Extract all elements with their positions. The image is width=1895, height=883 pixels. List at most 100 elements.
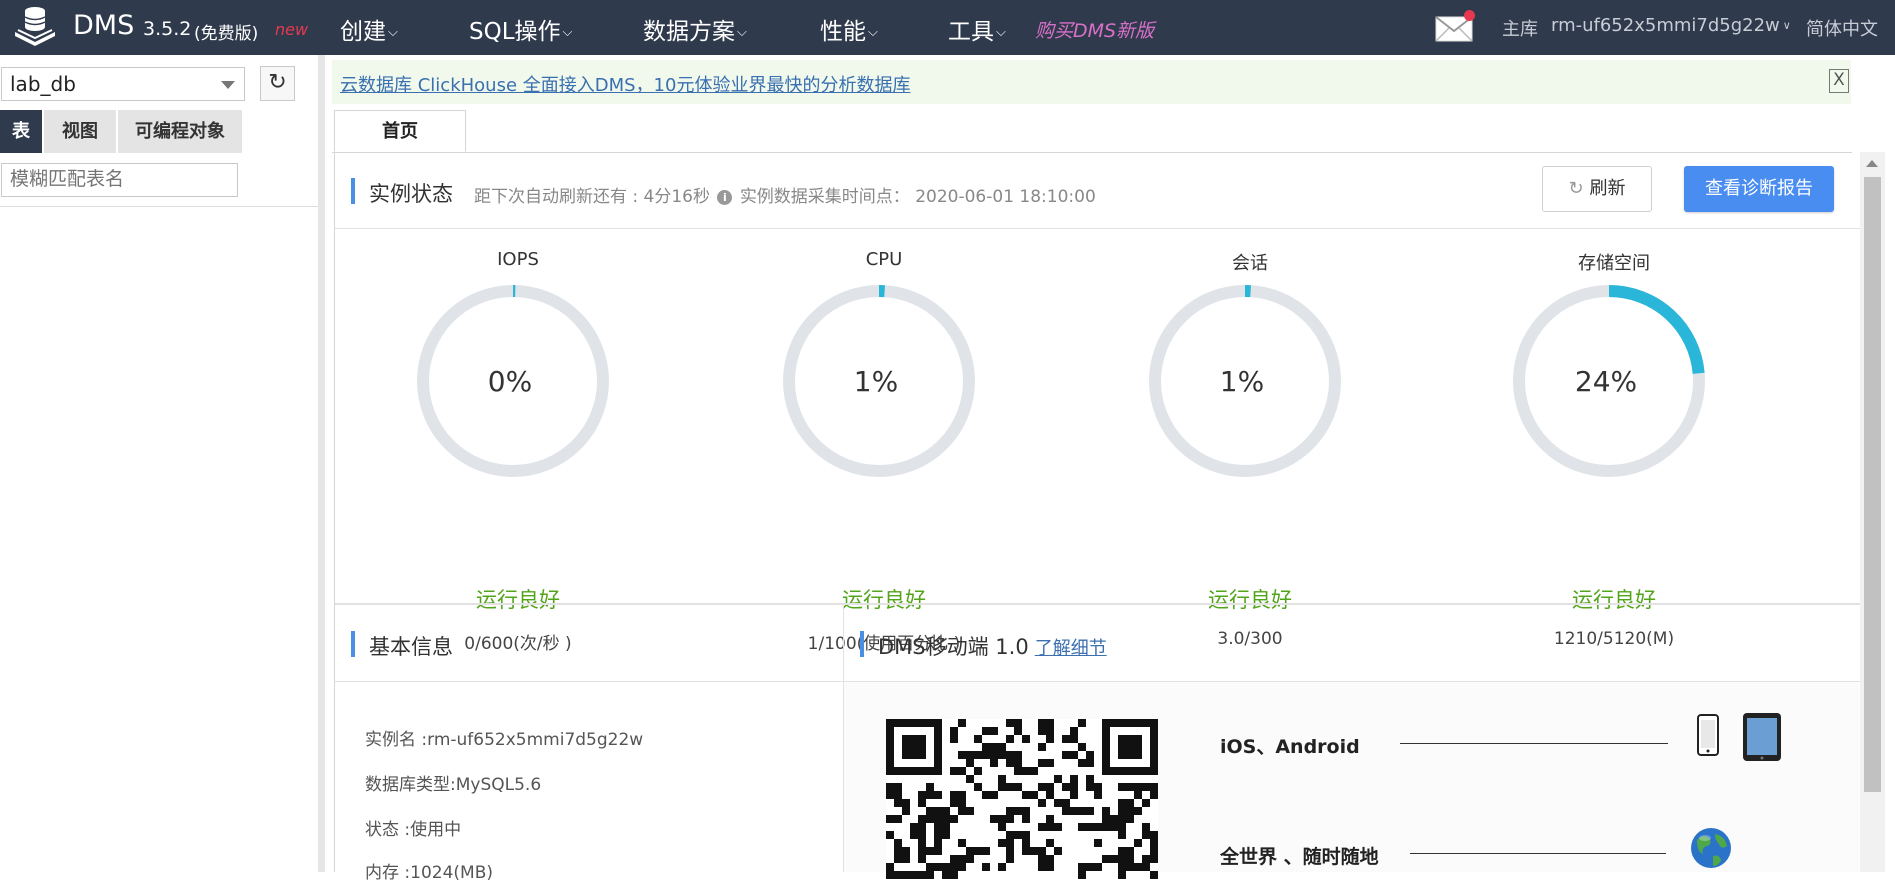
- basic-info-title: 基本信息: [369, 635, 453, 659]
- learn-more-link[interactable]: 了解细节: [1035, 638, 1107, 659]
- nav-data-solutions[interactable]: 数据方案 ⌵: [643, 12, 747, 46]
- instance-selector[interactable]: rm-uf652x5mmi7d5g22w ∨: [1551, 15, 1791, 36]
- info-memory: 内存 :1024(MB): [365, 863, 493, 883]
- feature-connector: [1400, 743, 1668, 744]
- feature-platforms: iOS、Android: [1220, 736, 1360, 758]
- chevron-down-icon: ⌵: [388, 25, 398, 40]
- refresh-icon: ↻: [1568, 178, 1584, 199]
- refresh-countdown-label: 距下次自动刷新还有 :: [474, 187, 644, 207]
- chevron-down-icon: ⌵: [868, 25, 878, 40]
- nav-sql-label: SQL操作: [469, 19, 561, 45]
- nav-performance-label: 性能: [820, 19, 866, 45]
- gauge-percent: 0%: [488, 365, 532, 398]
- gauge-ring: 0%: [417, 285, 609, 477]
- divider: [0, 206, 318, 207]
- nav-create[interactable]: 创建 ⌵: [340, 12, 398, 46]
- section-accent-bar: [860, 631, 864, 657]
- main-tabbar: 首页: [332, 110, 1852, 153]
- gauge-ring: 24%: [1513, 285, 1705, 477]
- info-instance-name: 实例名 :rm-uf652x5mmi7d5g22w: [365, 730, 644, 750]
- refresh-icon: ↻: [268, 70, 287, 95]
- nav-tools[interactable]: 工具 ⌵: [948, 12, 1006, 46]
- announcement-banner: 云数据库 ClickHouse 全面接入DMS，10元体验业界最快的分析数据库 …: [332, 60, 1851, 104]
- notification-dot: [1464, 10, 1475, 21]
- chevron-down-icon: ⌵: [737, 25, 747, 40]
- dropdown-arrow-icon: [221, 81, 235, 89]
- info-db-type: 数据库类型:MySQL5.6: [365, 775, 542, 795]
- info-icon: i: [717, 190, 733, 205]
- database-name: lab_db: [10, 72, 76, 96]
- app-edition: (免费版): [194, 24, 259, 44]
- gauge-3: 存储空间 24% 运行良好 1210/5120(M): [1431, 229, 1797, 649]
- scroll-up-arrow-icon[interactable]: [1866, 160, 1878, 167]
- new-badge: new: [275, 20, 309, 39]
- globe-icon: [1691, 828, 1731, 868]
- nav-data-solutions-label: 数据方案: [643, 19, 735, 45]
- instance-status-title: 实例状态: [369, 182, 453, 206]
- home-panel: 实例状态 距下次自动刷新还有 : 4分16秒 i 实例数据采集时间点： 2020…: [334, 152, 1861, 883]
- mobile-title-text: DMS移动端 1.0: [878, 635, 1029, 659]
- mobile-body: iOS、Android 全世界 、随时随地: [844, 682, 1859, 879]
- vertical-scrollbar[interactable]: [1860, 152, 1885, 872]
- master-label: 主库: [1502, 19, 1538, 40]
- feature-anywhere: 全世界 、随时随地: [1220, 846, 1379, 868]
- collect-time: 2020-06-01 18:10:00: [915, 187, 1096, 207]
- gauge-label: CPU: [865, 249, 903, 270]
- instance-status-header: 实例状态 距下次自动刷新还有 : 4分16秒 i 实例数据采集时间点： 2020…: [335, 152, 1860, 229]
- top-nav-bar: DMS 3.5.2 (免费版) new 创建 ⌵ SQL操作 ⌵ 数据方案 ⌵ 性能 ⌵…: [0, 0, 1895, 55]
- refresh-meta: 距下次自动刷新还有 : 4分16秒 i 实例数据采集时间点： 2020-06-0…: [474, 182, 1096, 207]
- basic-info-header: 基本信息: [335, 605, 843, 682]
- nav-sql[interactable]: SQL操作 ⌵: [469, 12, 572, 46]
- view-diagnosis-report-button[interactable]: 查看诊断报告: [1684, 166, 1834, 212]
- sidebar-splitter[interactable]: [318, 55, 325, 872]
- gauge-label: IOPS: [497, 249, 539, 270]
- gauge-percent: 24%: [1575, 365, 1637, 398]
- close-icon[interactable]: X: [1829, 69, 1849, 93]
- section-accent-bar: [351, 178, 355, 204]
- info-status: 状态 :使用中: [365, 820, 462, 840]
- app-version: 3.5.2: [143, 18, 192, 40]
- chevron-down-icon: ⌵: [562, 25, 573, 40]
- buy-new-dms-link[interactable]: 购买DMS新版: [1035, 16, 1154, 43]
- mobile-title: DMS移动端 1.0 了解细节: [878, 631, 1107, 661]
- tab-home[interactable]: 首页: [334, 110, 466, 152]
- instance-id: rm-uf652x5mmi7d5g22w: [1551, 15, 1780, 36]
- language-selector[interactable]: 简体中文: [1806, 15, 1878, 41]
- clickhouse-promo-link[interactable]: 云数据库 ClickHouse 全面接入DMS，10元体验业界最快的分析数据库: [340, 71, 910, 97]
- gauge-percent: 1%: [1220, 365, 1264, 398]
- tab-views[interactable]: 视图: [44, 110, 116, 153]
- tab-programmable-objects[interactable]: 可编程对象: [118, 110, 242, 153]
- left-sidebar: lab_db ↻ 表 视图 可编程对象: [0, 55, 318, 872]
- collect-time-label: 实例数据采集时间点：: [739, 187, 910, 207]
- language-label: 简体中文: [1806, 19, 1878, 40]
- phone-icon: [1697, 714, 1719, 756]
- gauge-percent: 1%: [854, 365, 898, 398]
- gauge-1: CPU 1% 运行良好 1/100(使用百分比 ): [701, 229, 1067, 654]
- refresh-status-label: 刷新: [1589, 178, 1626, 199]
- table-filter-input[interactable]: [1, 163, 238, 197]
- nav-performance[interactable]: 性能 ⌵: [820, 12, 878, 46]
- database-select[interactable]: lab_db: [1, 67, 245, 101]
- refresh-button[interactable]: ↻: [260, 66, 295, 101]
- scroll-thumb[interactable]: [1864, 177, 1881, 792]
- gauge-2: 会话 1% 运行良好 3.0/300: [1067, 229, 1433, 649]
- chevron-down-icon: ⌵: [996, 25, 1006, 40]
- feature-connector: [1410, 853, 1666, 854]
- section-accent-bar: [351, 631, 355, 657]
- gauge-ring: 1%: [783, 285, 975, 477]
- gauge-ring: 1%: [1149, 285, 1341, 477]
- gauge-0: IOPS 0% 运行良好 0/600(次/秒 ): [335, 229, 701, 654]
- tab-tables[interactable]: 表: [0, 110, 42, 153]
- chevron-down-icon: ∨: [1782, 19, 1791, 32]
- refresh-status-button[interactable]: ↻ 刷新: [1542, 166, 1652, 212]
- nav-create-label: 创建: [340, 19, 386, 45]
- gauge-label: 会话: [1232, 253, 1268, 274]
- qr-code: [886, 719, 1158, 879]
- refresh-countdown: 4分16秒: [643, 187, 710, 207]
- app-brand: DMS: [73, 10, 135, 41]
- nav-tools-label: 工具: [948, 19, 994, 45]
- database-stack-icon: [15, 7, 55, 46]
- mobile-header: DMS移动端 1.0 了解细节: [844, 605, 1860, 682]
- gauge-label: 存储空间: [1578, 253, 1650, 274]
- tablet-icon: [1743, 713, 1781, 761]
